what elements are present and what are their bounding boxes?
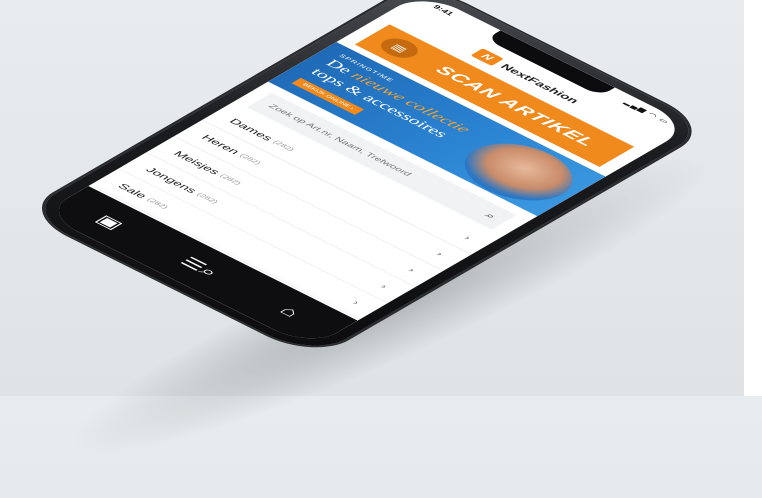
category-count: (282) [237,152,263,166]
chevron-right-icon: › [405,266,419,274]
chevron-right-icon: › [461,234,474,242]
search-icon[interactable]: ⌕ [472,206,509,225]
category-name: Sale [115,181,150,200]
phone-screen: 9:41 ▂▄▆ ◠ ▭ N NextFashion ▥ SCAN ARTIKE… [41,0,693,348]
status-time: 9:41 [430,4,456,17]
shopping-bag-icon[interactable]: ⌂ [254,294,324,330]
scan-tab-icon[interactable]: ▣ [74,204,145,241]
chevron-right-icon: › [350,299,363,306]
logo-icon: N [470,48,504,66]
category-count: (282) [271,139,297,153]
chevron-right-icon: › [433,250,446,258]
phone-device: 9:41 ▂▄▆ ◠ ▭ N NextFashion ▥ SCAN ARTIKE… [23,0,711,358]
category-count: (282) [195,191,220,205]
chevron-right-icon: › [377,282,391,290]
menu-search-tab-icon[interactable]: ☰⌕ [164,249,235,286]
category-count: (282) [218,173,243,186]
phone-mockup: 9:41 ▂▄▆ ◠ ▭ N NextFashion ▥ SCAN ARTIKE… [0,0,762,396]
category-count: (282) [145,196,171,210]
